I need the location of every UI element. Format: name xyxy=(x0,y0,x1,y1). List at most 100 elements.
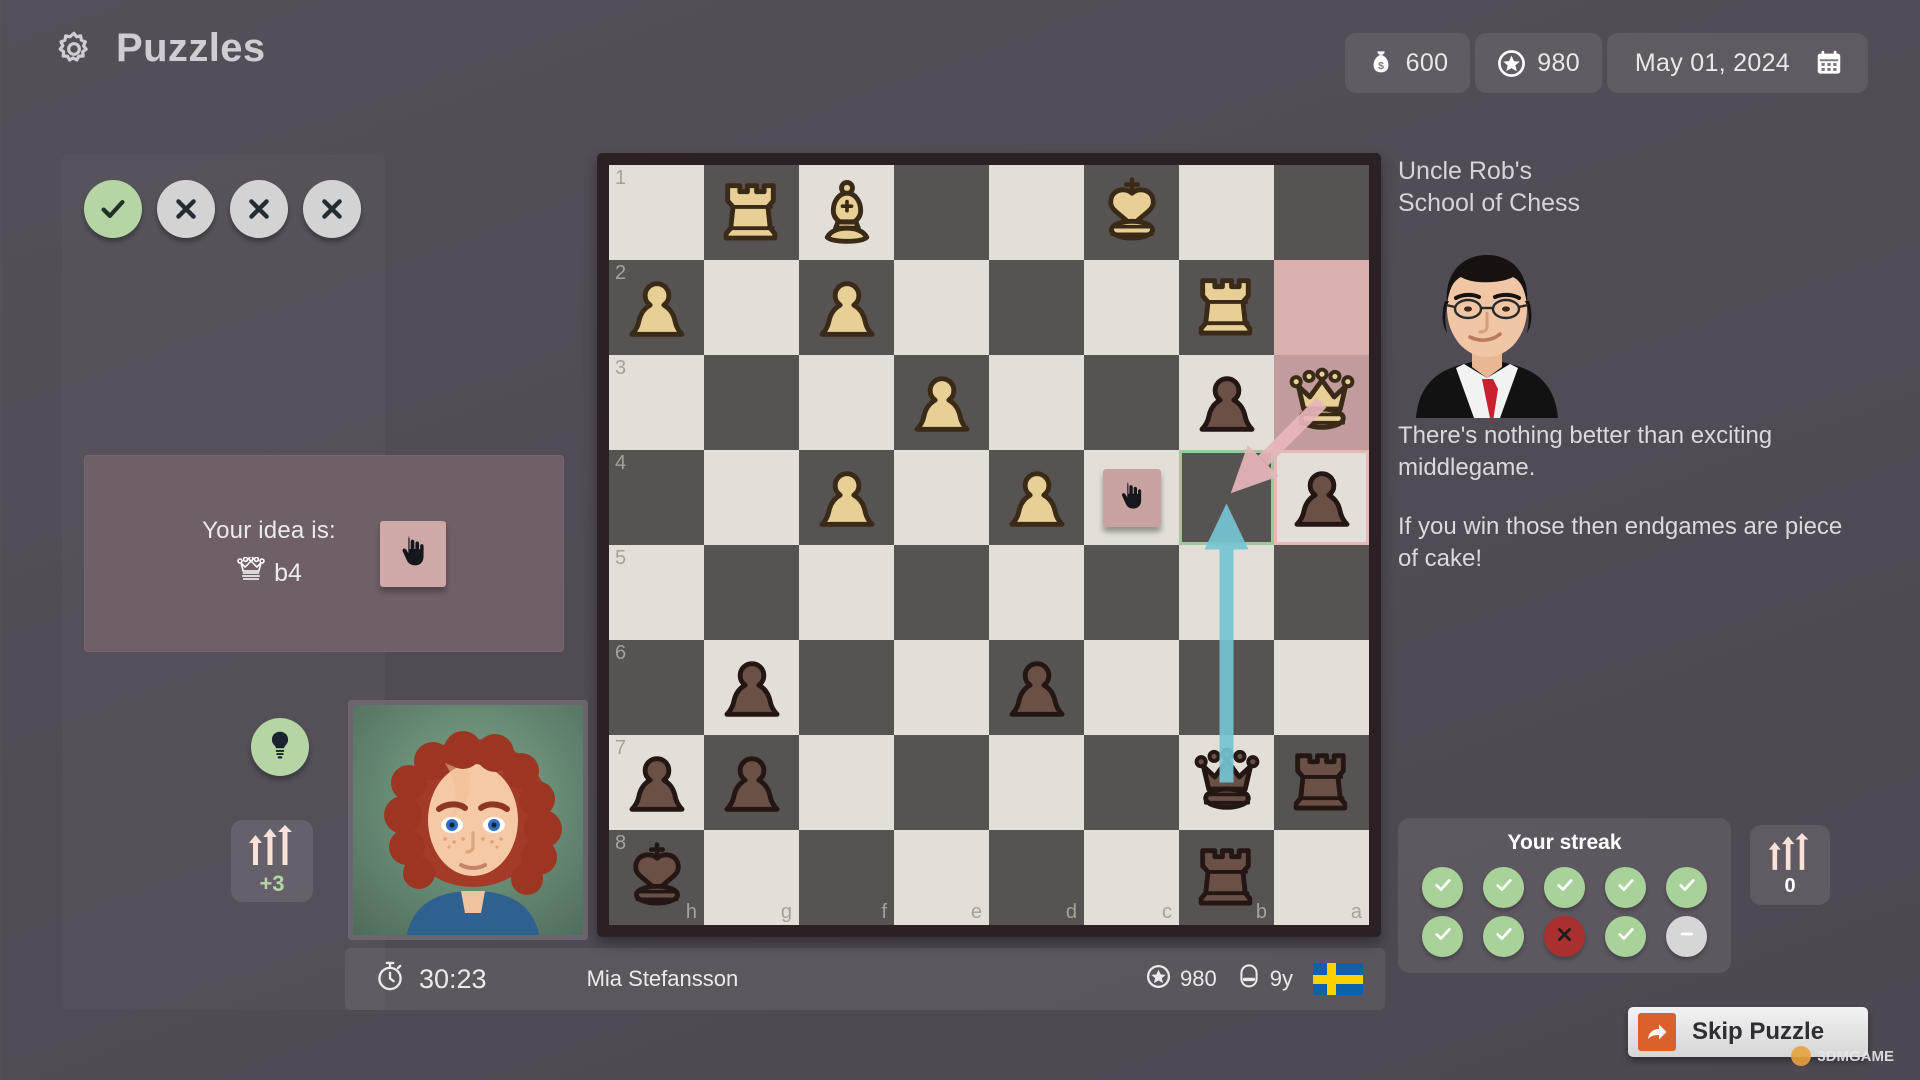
streak-panel: Your streak xyxy=(1398,818,1731,973)
board-square-c8[interactable]: c xyxy=(1084,830,1179,925)
piece-white-rook-b2[interactable] xyxy=(1179,260,1274,355)
board-square-f5[interactable] xyxy=(799,545,894,640)
board-square-d5[interactable] xyxy=(989,545,1084,640)
board-square-a7[interactable] xyxy=(1274,735,1369,830)
piece-black-queen-b7[interactable] xyxy=(1179,735,1274,830)
board-square-h1[interactable]: 1 xyxy=(609,165,704,260)
piece-black-rook-b8[interactable] xyxy=(1179,830,1274,925)
board-square-e8[interactable]: e xyxy=(894,830,989,925)
board-square-e4[interactable] xyxy=(894,450,989,545)
board-square-b5[interactable] xyxy=(1179,545,1274,640)
board-square-d6[interactable] xyxy=(989,640,1084,735)
board-square-g5[interactable] xyxy=(704,545,799,640)
board-square-e6[interactable] xyxy=(894,640,989,735)
piece-black-king-h8[interactable] xyxy=(609,830,704,925)
board-square-a6[interactable] xyxy=(1274,640,1369,735)
board-square-a5[interactable] xyxy=(1274,545,1369,640)
chess-board[interactable]: 1 2 3 xyxy=(609,165,1369,925)
hand-marker-c4[interactable] xyxy=(1103,469,1161,527)
board-square-c7[interactable] xyxy=(1084,735,1179,830)
opponent-info-bar: 30:23 Mia Stefansson 980 9y xyxy=(345,948,1385,1010)
board-square-d4[interactable] xyxy=(989,450,1084,545)
piece-white-pawn-e3[interactable] xyxy=(894,355,989,450)
piece-white-bishop-f1[interactable] xyxy=(799,165,894,260)
piece-black-pawn-g6[interactable] xyxy=(704,640,799,735)
board-square-c1[interactable] xyxy=(1084,165,1179,260)
star-badge-icon xyxy=(1497,49,1526,78)
board-square-d2[interactable] xyxy=(989,260,1084,355)
board-square-g4[interactable] xyxy=(704,450,799,545)
board-square-e5[interactable] xyxy=(894,545,989,640)
piece-white-pawn-f4[interactable] xyxy=(799,450,894,545)
idea-label: Your idea is: xyxy=(202,517,336,545)
date-chip[interactable]: May 01, 2024 xyxy=(1607,33,1868,93)
board-square-c5[interactable] xyxy=(1084,545,1179,640)
x-icon xyxy=(246,196,272,222)
board-square-c6[interactable] xyxy=(1084,640,1179,735)
board-square-h7[interactable]: 7 xyxy=(609,735,704,830)
board-square-a2[interactable] xyxy=(1274,260,1369,355)
board-square-f8[interactable]: f xyxy=(799,830,894,925)
board-square-a8[interactable]: a xyxy=(1274,830,1369,925)
board-square-d3[interactable] xyxy=(989,355,1084,450)
piece-black-pawn-g7[interactable] xyxy=(704,735,799,830)
board-square-a4[interactable] xyxy=(1274,450,1369,545)
piece-white-pawn-f2[interactable] xyxy=(799,260,894,355)
piece-black-pawn-d6[interactable] xyxy=(989,640,1084,735)
piece-black-pawn-b3[interactable] xyxy=(1179,355,1274,450)
piece-white-pawn-h2[interactable] xyxy=(609,260,704,355)
board-square-b4[interactable] xyxy=(1179,450,1274,545)
board-square-b2[interactable] xyxy=(1179,260,1274,355)
board-square-g3[interactable] xyxy=(704,355,799,450)
piece-black-pawn-a4[interactable] xyxy=(1274,450,1369,545)
board-square-c3[interactable] xyxy=(1084,355,1179,450)
board-square-b7[interactable] xyxy=(1179,735,1274,830)
board-square-b1[interactable] xyxy=(1179,165,1274,260)
calendar-icon[interactable] xyxy=(1814,48,1844,78)
board-square-f7[interactable] xyxy=(799,735,894,830)
opponent-age-value: 9y xyxy=(1270,966,1293,992)
hint-button[interactable] xyxy=(251,718,309,776)
board-square-f3[interactable] xyxy=(799,355,894,450)
board-square-a1[interactable] xyxy=(1274,165,1369,260)
x-icon xyxy=(319,196,345,222)
streak-dot-1 xyxy=(1422,867,1463,908)
piece-white-king-c1[interactable] xyxy=(1084,165,1179,260)
board-square-b8[interactable]: b xyxy=(1179,830,1274,925)
board-square-g1[interactable] xyxy=(704,165,799,260)
board-square-g2[interactable] xyxy=(704,260,799,355)
watermark-logo-icon xyxy=(1791,1046,1811,1066)
board-square-h2[interactable]: 2 xyxy=(609,260,704,355)
board-square-d7[interactable] xyxy=(989,735,1084,830)
board-square-h8[interactable]: 8h xyxy=(609,830,704,925)
board-square-g8[interactable]: g xyxy=(704,830,799,925)
piece-white-pawn-d4[interactable] xyxy=(989,450,1084,545)
piece-white-rook-g1[interactable] xyxy=(704,165,799,260)
board-square-b3[interactable] xyxy=(1179,355,1274,450)
board-square-a3[interactable] xyxy=(1274,355,1369,450)
board-square-e3[interactable] xyxy=(894,355,989,450)
piece-black-rook-a7[interactable] xyxy=(1274,735,1369,830)
board-square-g6[interactable] xyxy=(704,640,799,735)
board-square-f4[interactable] xyxy=(799,450,894,545)
board-square-d8[interactable]: d xyxy=(989,830,1084,925)
board-square-e2[interactable] xyxy=(894,260,989,355)
board-square-b6[interactable] xyxy=(1179,640,1274,735)
board-square-e1[interactable] xyxy=(894,165,989,260)
board-square-g7[interactable] xyxy=(704,735,799,830)
opponent-name: Mia Stefansson xyxy=(587,966,739,992)
piece-black-pawn-h7[interactable] xyxy=(609,735,704,830)
board-square-c2[interactable] xyxy=(1084,260,1179,355)
board-square-e7[interactable] xyxy=(894,735,989,830)
rating-chip[interactable]: 980 xyxy=(1475,33,1602,93)
board-square-d1[interactable] xyxy=(989,165,1084,260)
board-square-f6[interactable] xyxy=(799,640,894,735)
board-square-h5[interactable]: 5 xyxy=(609,545,704,640)
board-square-h6[interactable]: 6 xyxy=(609,640,704,735)
coins-chip[interactable]: $ 600 xyxy=(1345,33,1471,93)
board-square-h3[interactable]: 3 xyxy=(609,355,704,450)
board-square-f1[interactable] xyxy=(799,165,894,260)
board-square-h4[interactable]: 4 xyxy=(609,450,704,545)
board-square-f2[interactable] xyxy=(799,260,894,355)
piece-white-queen-a3[interactable] xyxy=(1274,355,1369,450)
